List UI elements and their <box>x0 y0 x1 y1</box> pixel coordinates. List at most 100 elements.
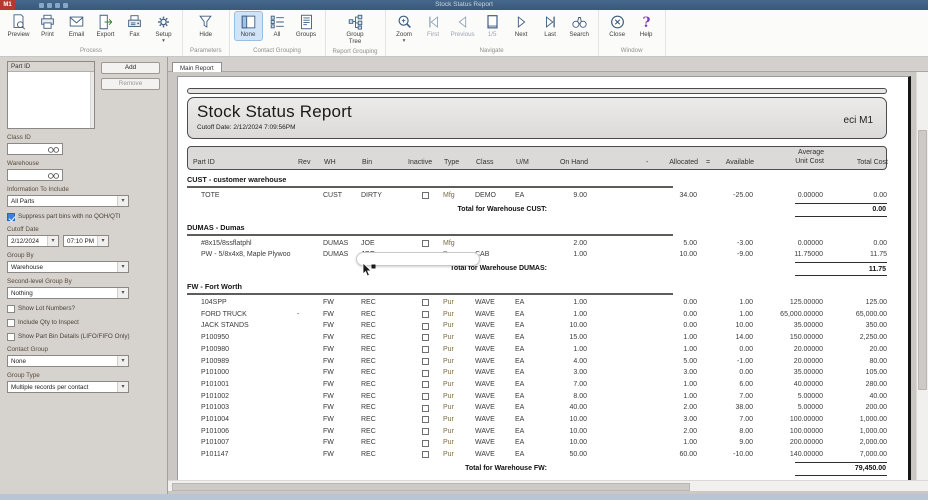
cell-rev <box>297 391 323 403</box>
vertical-scrollbar[interactable] <box>916 72 928 480</box>
add-button[interactable]: Add <box>101 62 160 74</box>
group-tree-button[interactable]: Group Tree <box>338 12 372 47</box>
cell-um: EA <box>515 437 541 449</box>
report-viewport: Stock Status Report Cutoff Date: 2/12/20… <box>168 72 916 480</box>
binoculars-lookup-icon[interactable] <box>47 145 60 154</box>
horizontal-scrollbar[interactable] <box>168 480 928 491</box>
group-type-select[interactable]: Multiple records per contact ▾ <box>7 381 129 393</box>
cell-rev <box>297 344 323 356</box>
ribbon-button-label: 1/5 <box>488 32 497 39</box>
hide-button[interactable]: Hide <box>192 12 219 40</box>
cell-class <box>475 238 515 250</box>
part-id-listbox[interactable]: Part ID <box>7 61 95 129</box>
export-button[interactable]: Export <box>92 12 119 40</box>
class-id-field[interactable] <box>7 143 63 155</box>
suppress-bins-checkbox[interactable] <box>7 213 15 221</box>
cutoff-date-select[interactable]: 2/12/2024 ▾ <box>7 235 59 247</box>
ribbon-group: Zoom▾FirstPrevious1/5NextLastSearchNavig… <box>386 10 599 56</box>
cell-part-id: #8x15/8ssflatphl <box>187 238 297 250</box>
cell-available: 6.00 <box>697 379 753 391</box>
information-to-include-select[interactable]: All Parts ▾ <box>7 195 129 207</box>
preview-button[interactable]: Preview <box>5 12 32 40</box>
option-checkbox-row[interactable]: Include Qty to Inspect <box>7 319 160 327</box>
checkbox[interactable] <box>7 333 15 341</box>
zoom-button[interactable]: Zoom▾ <box>391 12 418 45</box>
help-button[interactable]: ?Help <box>633 12 660 40</box>
quick-access-icon[interactable] <box>55 3 60 8</box>
class-id-label: Class ID <box>7 134 160 141</box>
cell-allocated: 34.00 <box>587 190 697 202</box>
cutoff-time-select[interactable]: 07:10 PM ▾ <box>63 235 109 247</box>
email-button[interactable]: Email <box>63 12 90 40</box>
cell-type: Pur <box>443 344 475 356</box>
remove-button[interactable]: Remove <box>101 78 160 90</box>
cell-part-id: P101007 <box>187 437 297 449</box>
cell-total-cost: 200.00 <box>823 402 887 414</box>
ribbon-group-label: Report Grouping <box>331 47 380 57</box>
horizontal-scrollbar-thumb[interactable] <box>172 483 690 491</box>
hide-funnel-icon <box>196 13 215 31</box>
cell-wh: FW <box>323 320 361 332</box>
help-icon: ? <box>637 13 656 31</box>
next-button[interactable]: Next <box>508 12 535 40</box>
group-by-select[interactable]: Warehouse ▾ <box>7 261 129 273</box>
first-button[interactable]: First <box>420 12 447 40</box>
warehouse-field[interactable] <box>7 169 63 181</box>
suppress-bins-checkbox-row[interactable]: Suppress part bins with no QOH/QTI <box>7 213 160 221</box>
all-button[interactable]: All <box>264 12 291 40</box>
cell-inactive <box>407 190 443 202</box>
cell-class: WAVE <box>475 391 515 403</box>
search-button[interactable]: Search <box>566 12 593 40</box>
cell-allocated: 10.00 <box>587 249 697 261</box>
cell-rev <box>297 190 323 202</box>
option-checkbox-row[interactable]: Show Lot Numbers? <box>7 305 160 313</box>
inactive-checkbox <box>422 440 429 447</box>
contact-group-select[interactable]: None ▾ <box>7 355 129 367</box>
cell-type: Pur <box>443 356 475 368</box>
setup-button[interactable]: Setup▾ <box>150 12 177 45</box>
fax-button[interactable]: Fax <box>121 12 148 40</box>
option-checkbox-row[interactable]: Show Part Bin Details (LIFO/FIFO Only) <box>7 333 160 341</box>
close-button[interactable]: Close <box>604 12 631 40</box>
groups-button[interactable]: Groups <box>293 12 320 40</box>
1-5-button[interactable]: 1/5 <box>479 12 506 40</box>
report-row: #8x15/8ssflatphlDUMASJOEMfg2.005.00-3.00… <box>187 238 887 250</box>
cell-bin: REC <box>361 367 407 379</box>
cell-type: Pur <box>443 297 475 309</box>
cell-bin: REC <box>361 391 407 403</box>
cell-um: EA <box>515 414 541 426</box>
binoculars-lookup-icon[interactable] <box>47 171 60 180</box>
checkbox-label: Show Part Bin Details (LIFO/FIFO Only) <box>18 333 130 341</box>
quick-access-icon[interactable] <box>39 3 44 8</box>
cell-unit-cost: 0.00000 <box>753 238 823 250</box>
cell-rev <box>297 332 323 344</box>
cell-rev <box>297 449 323 461</box>
second-level-group-by-select[interactable]: Nothing ▾ <box>7 287 129 299</box>
quick-access-icon[interactable] <box>47 3 52 8</box>
previous-page-icon <box>453 13 472 31</box>
cell-rev <box>297 379 323 391</box>
cell-unit-cost: 150.00000 <box>753 332 823 344</box>
cell-inactive <box>407 320 443 332</box>
quick-access-icon[interactable] <box>63 3 68 8</box>
cell-total-cost: 11.75 <box>823 249 887 261</box>
checkbox-label: Include Qty to Inspect <box>18 319 79 327</box>
none-button[interactable]: None <box>235 12 262 40</box>
fax-icon <box>125 13 144 31</box>
cell-rev <box>297 297 323 309</box>
checkbox[interactable] <box>7 305 15 313</box>
ribbon-group-label: Process <box>5 46 177 56</box>
ribbon-button-label: Group Tree <box>340 32 370 46</box>
previous-button[interactable]: Previous <box>449 12 477 40</box>
equals-symbol: = <box>706 159 710 166</box>
last-button[interactable]: Last <box>537 12 564 40</box>
cell-bin: REC <box>361 449 407 461</box>
column-header-um: U/M <box>516 159 542 166</box>
part-id-list-scrollbar[interactable] <box>90 72 94 128</box>
vertical-scrollbar-thumb[interactable] <box>918 130 927 390</box>
print-button[interactable]: Print <box>34 12 61 40</box>
cell-part-id: TOTE <box>187 190 297 202</box>
quick-access-toolbar[interactable] <box>39 3 68 8</box>
parameters-sidebar: Part ID Add Remove Class ID Warehouse In… <box>0 57 168 494</box>
checkbox[interactable] <box>7 319 15 327</box>
